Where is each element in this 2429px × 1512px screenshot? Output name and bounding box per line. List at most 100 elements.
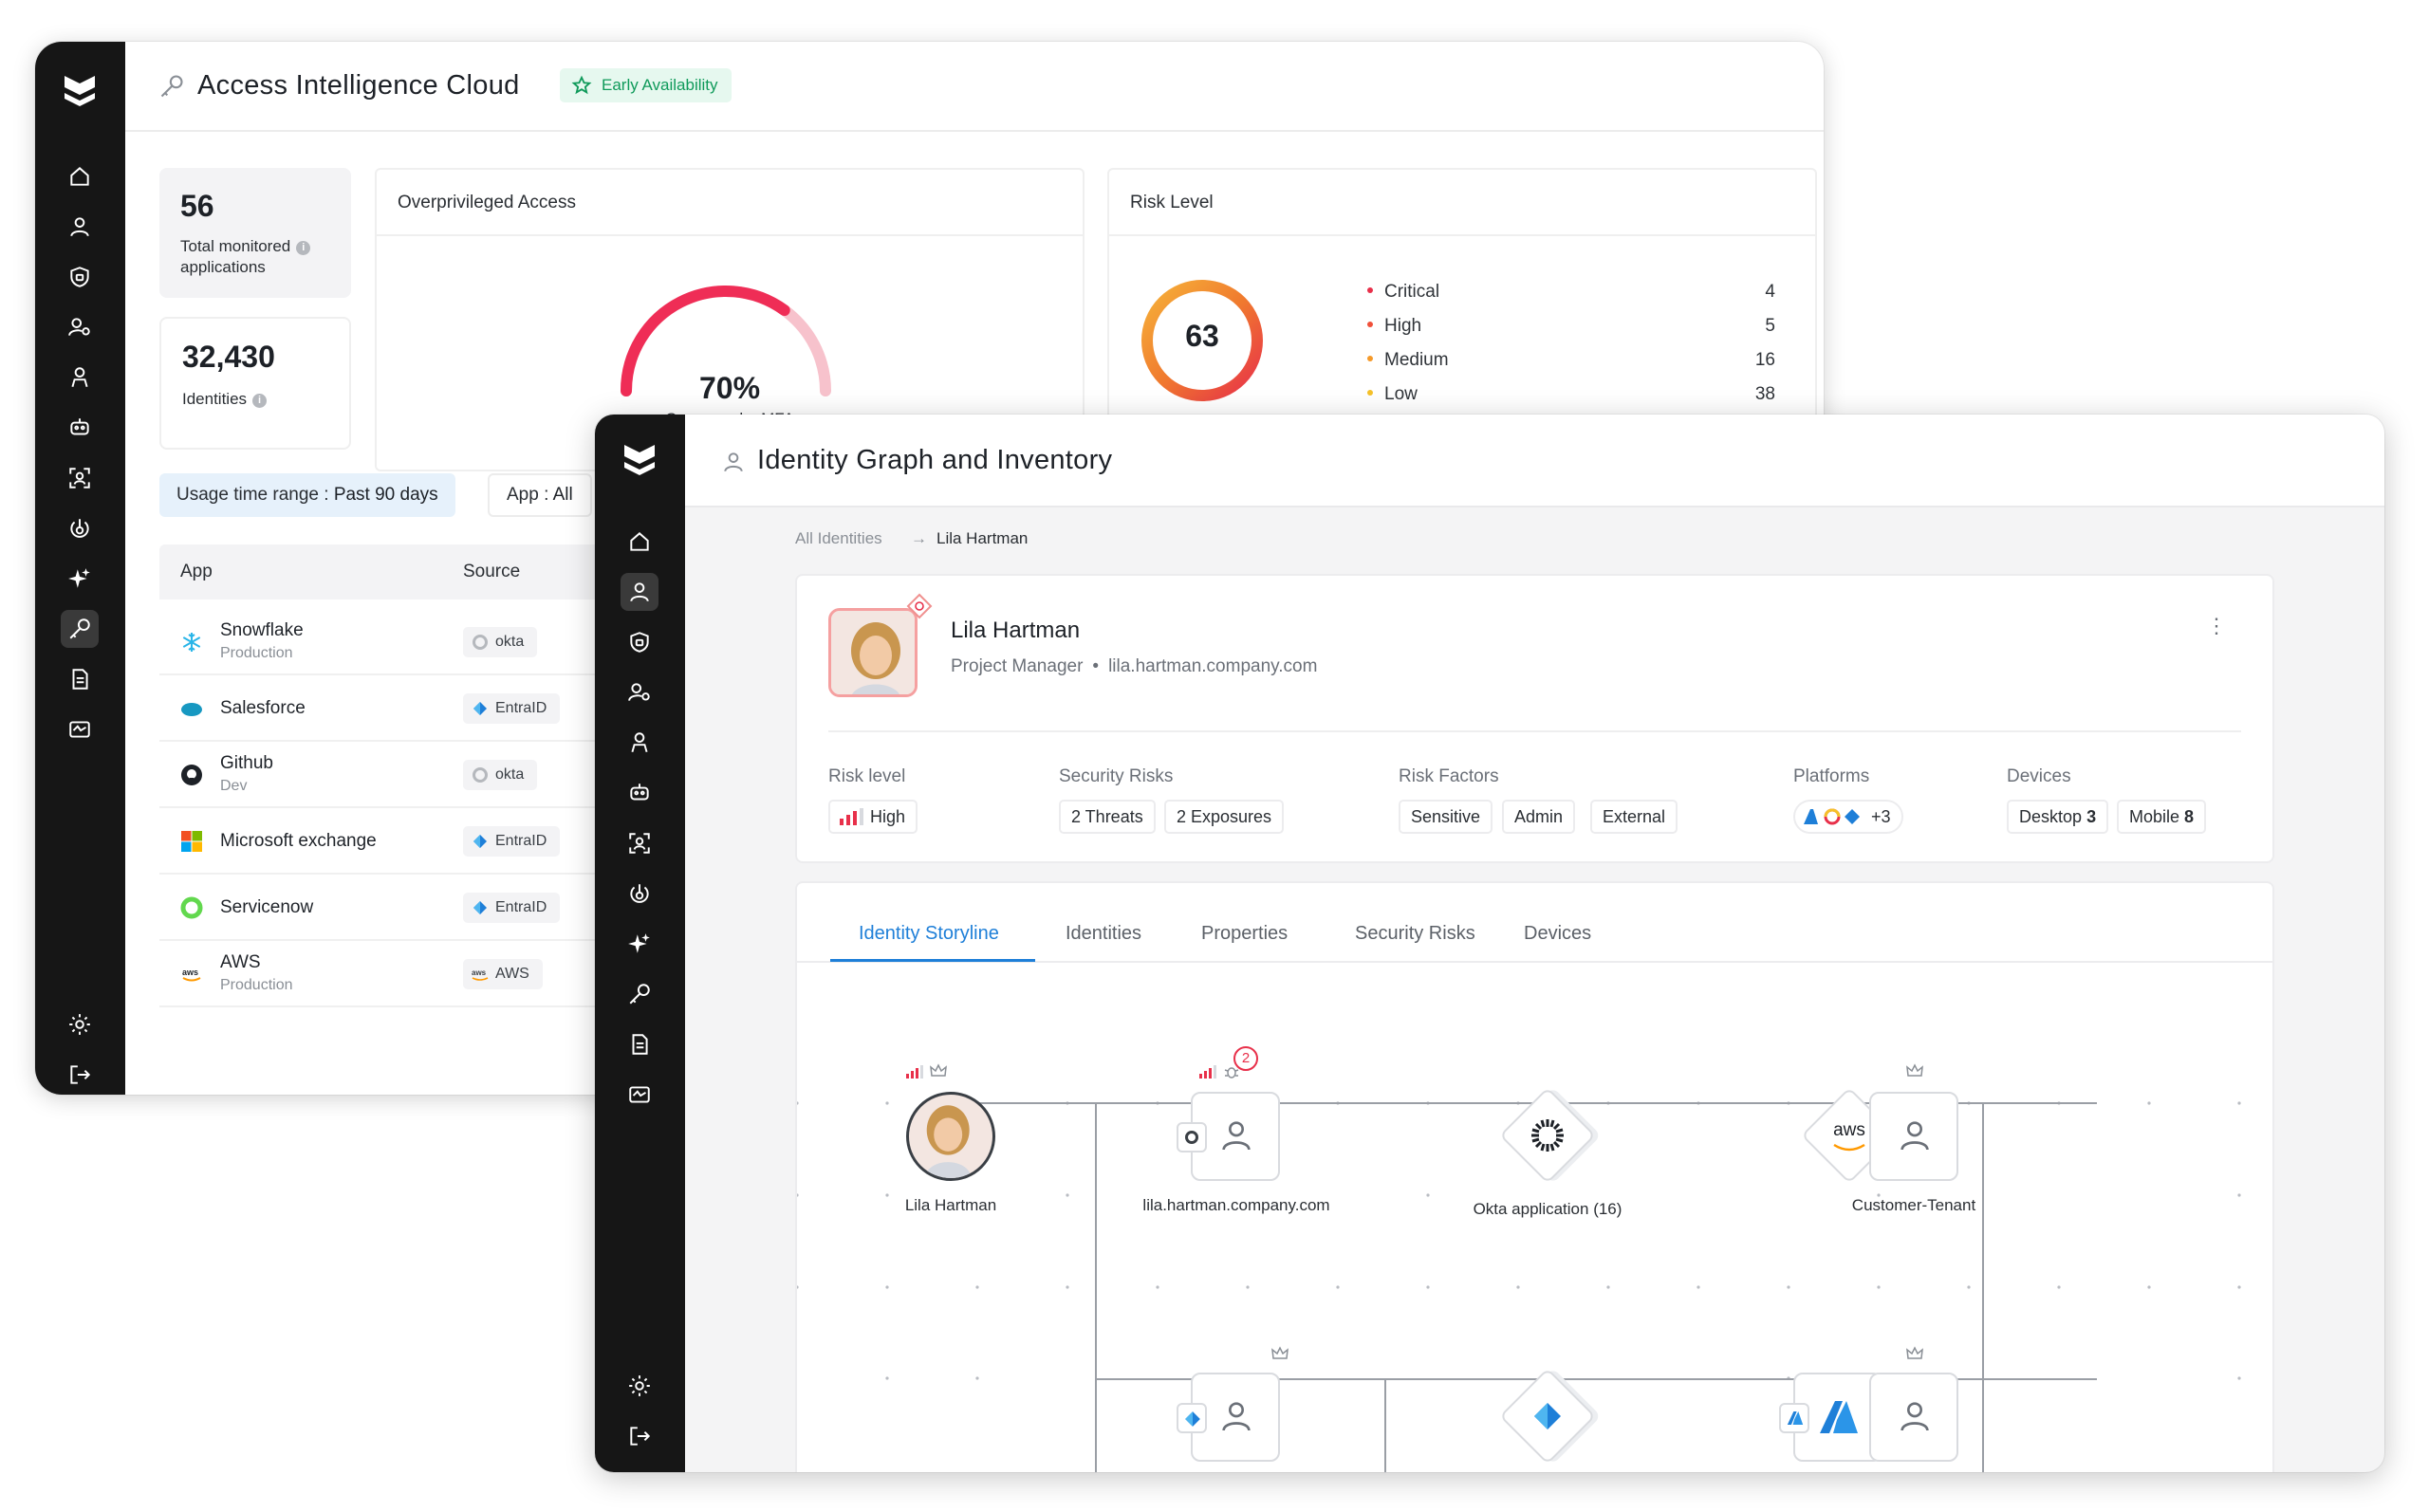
risk-level-label: Risk level (828, 766, 906, 786)
user-icon[interactable] (621, 573, 658, 611)
activity-icon[interactable] (621, 1076, 658, 1114)
shield-icon[interactable] (61, 258, 99, 296)
more-options-icon[interactable]: ⋮ (2206, 616, 2227, 636)
settings-gear-icon[interactable] (621, 1367, 658, 1405)
sparkle-icon[interactable] (61, 560, 99, 598)
identity-node-avatar[interactable] (906, 1092, 995, 1181)
risk-label: Low (1384, 384, 1418, 404)
user-icon[interactable] (61, 208, 99, 246)
monitored-apps-value: 56 (180, 189, 214, 223)
identities-value: 32,430 (182, 340, 275, 374)
crown-icon (1906, 1346, 1923, 1359)
logout-icon[interactable] (621, 1417, 658, 1455)
device-count: 8 (2184, 807, 2195, 826)
platforms-chip[interactable]: +3 (1793, 800, 1903, 834)
key-icon[interactable] (621, 975, 658, 1013)
breadcrumb-parent[interactable]: All Identities (795, 529, 882, 548)
alert-count-badge[interactable]: 2 (1233, 1046, 1258, 1071)
info-icon[interactable]: i (252, 394, 268, 408)
device-name: Desktop (2019, 807, 2083, 826)
app-environment: Production (220, 977, 293, 993)
power-icon[interactable] (61, 509, 99, 547)
filter-label: App : (507, 485, 549, 505)
person-badge-icon[interactable] (61, 359, 99, 396)
separator-dot: • (1092, 656, 1100, 676)
person-badge-icon[interactable] (621, 724, 658, 762)
user-key-icon[interactable] (621, 673, 658, 711)
crown-icon (1906, 1063, 1923, 1077)
medium-dot (1367, 356, 1373, 361)
key-icon[interactable] (61, 610, 99, 648)
tenant-node[interactable] (1869, 1373, 1958, 1462)
servicenow-icon (180, 896, 203, 919)
info-icon[interactable]: i (296, 241, 311, 255)
risk-level-chip[interactable]: High (828, 800, 918, 834)
tab-identities[interactable]: Identities (1066, 923, 1141, 945)
risk-factor-chip[interactable]: External (1590, 800, 1678, 834)
identity-email: lila.hartman.company.com (1108, 656, 1318, 676)
entraid-icon (1534, 1403, 1561, 1429)
exposures-chip[interactable]: 2 Exposures (1164, 800, 1285, 834)
salesforce-icon (181, 703, 202, 716)
avatar (828, 608, 918, 697)
robot-icon[interactable] (61, 409, 99, 447)
entraid-icon (1185, 1411, 1200, 1427)
risk-factor-chip[interactable]: Sensitive (1399, 800, 1493, 834)
critical-dot (1367, 287, 1373, 293)
risk-row-critical: Critical 4 (1367, 282, 1775, 303)
risk-count: 5 (1765, 316, 1775, 336)
threat-alert-icon[interactable] (906, 593, 933, 619)
key-icon (160, 75, 183, 98)
face-scan-icon[interactable] (621, 824, 658, 862)
microsoft-icon (181, 831, 202, 852)
shield-icon[interactable] (621, 623, 658, 661)
brand-logo-icon[interactable] (619, 439, 660, 481)
entraid-icon (473, 702, 487, 715)
home-icon[interactable] (61, 157, 99, 195)
crown-icon (930, 1063, 947, 1077)
user-icon (1901, 1402, 1929, 1431)
okta-source-icon (1177, 1122, 1207, 1152)
identity-graph-window: Identity Graph and Inventory All Identit… (595, 415, 2384, 1472)
risk-factor-chip[interactable]: Admin (1502, 800, 1576, 834)
settings-gear-icon[interactable] (61, 1005, 99, 1043)
face-scan-icon[interactable] (61, 459, 99, 497)
document-icon[interactable] (621, 1025, 658, 1063)
page-title: Identity Graph and Inventory (757, 445, 1113, 475)
tab-security-risks[interactable]: Security Risks (1355, 923, 1475, 945)
activity-icon[interactable] (61, 710, 99, 748)
source-label: okta (495, 634, 525, 650)
document-icon[interactable] (61, 660, 99, 698)
tab-properties[interactable]: Properties (1201, 923, 1288, 945)
star-icon (571, 75, 592, 95)
sparkle-icon[interactable] (621, 925, 658, 963)
github-icon (181, 765, 202, 785)
aws-logo-text: aws (1833, 1120, 1865, 1140)
column-header-app[interactable]: App (180, 562, 213, 582)
node-label: Lila Hartman (904, 1196, 997, 1214)
power-icon[interactable] (621, 875, 658, 913)
tab-identity-storyline[interactable]: Identity Storyline (859, 923, 999, 945)
stat-label-line1: Total monitored (180, 237, 291, 255)
tab-devices[interactable]: Devices (1524, 923, 1591, 945)
app-filter[interactable]: App : All (488, 473, 592, 517)
threats-chip[interactable]: 2 Threats (1059, 800, 1156, 834)
mobile-device-chip[interactable]: Mobile 8 (2117, 800, 2207, 834)
brand-logo-icon[interactable] (59, 70, 101, 112)
column-header-source[interactable]: Source (463, 562, 520, 582)
tenant-node[interactable] (1869, 1092, 1958, 1181)
node-label: Customer-Tenant (1851, 1196, 1976, 1214)
filter-value: All (552, 485, 573, 505)
source-label: EntraID (495, 833, 547, 849)
desktop-device-chip[interactable]: Desktop 3 (2007, 800, 2109, 834)
platforms-label: Platforms (1793, 766, 1870, 786)
usage-time-range-filter[interactable]: Usage time range : Past 90 days (159, 473, 455, 517)
identities-label-text: Identities (182, 390, 248, 408)
stat-label-line2: applications (180, 258, 266, 276)
aws-icon: aws (182, 968, 201, 982)
user-key-icon[interactable] (61, 308, 99, 346)
logout-icon[interactable] (61, 1056, 99, 1094)
robot-icon[interactable] (621, 774, 658, 812)
source-chip: EntraID (463, 826, 561, 857)
home-icon[interactable] (621, 523, 658, 561)
